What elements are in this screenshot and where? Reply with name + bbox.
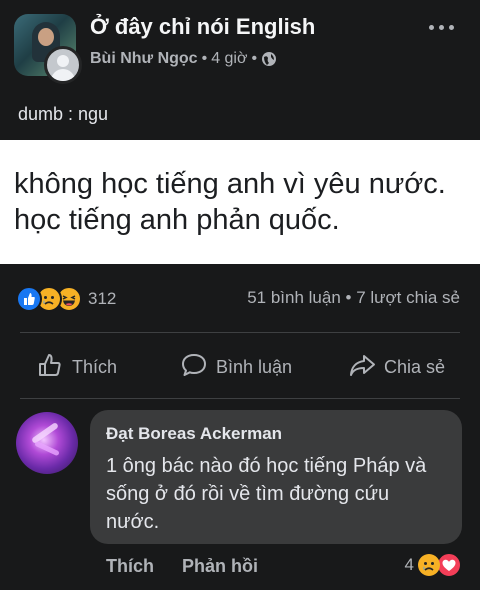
post-stats: 51 bình luận • 7 lượt chia sẻ (247, 288, 460, 308)
comment-icon (180, 351, 208, 384)
comment-reply-button[interactable]: Phản hồi (182, 556, 258, 577)
meta-separator: • (251, 50, 258, 67)
quote-line-2: học tiếng anh phản quốc. (14, 204, 340, 236)
comment-count[interactable]: 51 bình luận (247, 288, 341, 307)
comment-like-button[interactable]: Thích (106, 556, 154, 577)
author-avatar[interactable] (44, 46, 82, 84)
reaction-count: 312 (88, 289, 117, 308)
stats-separator: • (345, 288, 352, 307)
divider (20, 398, 460, 399)
globe-icon (261, 51, 277, 67)
post-meta: Bùi Như Ngọc • 4 giờ • (90, 50, 277, 68)
share-button[interactable]: Chia sẻ (348, 345, 445, 389)
post-time[interactable]: 4 giờ (211, 50, 247, 68)
share-count[interactable]: 7 lượt chia sẻ (356, 288, 460, 307)
divider (20, 332, 460, 333)
group-name[interactable]: Ở đây chỉ nói English (90, 14, 315, 40)
author-name[interactable]: Bùi Như Ngọc (90, 50, 198, 68)
like-reaction-icon (16, 286, 42, 312)
share-icon (348, 351, 376, 384)
post-text: dumb : ngu (18, 104, 109, 124)
comment-button-label: Bình luận (216, 356, 293, 377)
commenter-name[interactable]: Đạt Boreas Ackerman (106, 424, 282, 444)
comment-reactions[interactable]: 4 (405, 552, 462, 578)
meta-separator: • (201, 50, 208, 67)
commenter-avatar[interactable] (16, 412, 78, 474)
more-options-icon[interactable] (424, 18, 458, 36)
comment-actions: Thích Phản hồi (106, 556, 258, 577)
sad-reaction-icon (418, 554, 440, 576)
like-button-label: Thích (72, 356, 118, 377)
like-button[interactable]: Thích (36, 345, 117, 389)
comment-text: 1 ông bác nào đó học tiếng Pháp và sống … (106, 455, 427, 533)
quote-line-1: không học tiếng anh vì yêu nước. (14, 168, 446, 200)
comment-reaction-count: 4 (404, 555, 414, 574)
action-bar: Thích Bình luận Chia sẻ (0, 345, 480, 389)
comment-button[interactable]: Bình luận (180, 345, 292, 389)
reactions-summary[interactable]: 312 (16, 286, 116, 312)
quote-card: không học tiếng anh vì yêu nước. học tiế… (0, 140, 480, 264)
share-button-label: Chia sẻ (384, 356, 446, 377)
thumbs-up-icon (36, 351, 64, 384)
